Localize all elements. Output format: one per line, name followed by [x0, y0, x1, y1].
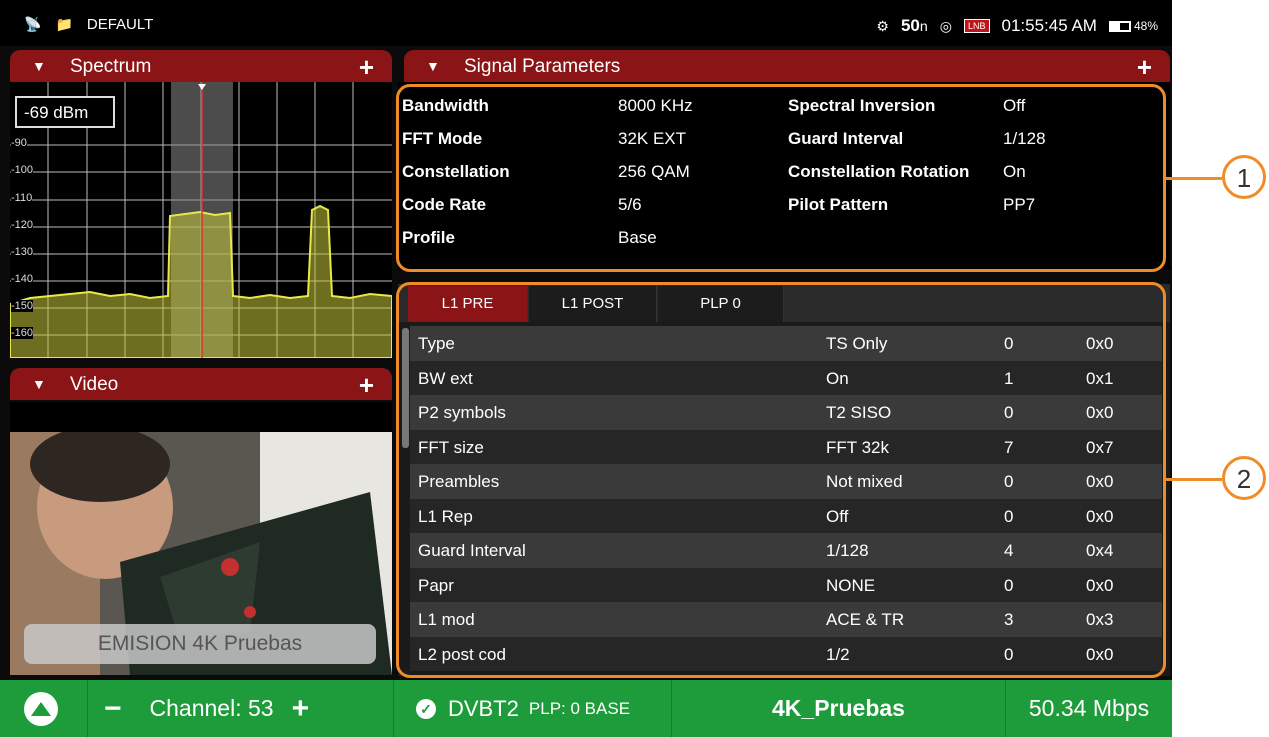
battery-icon: [1108, 20, 1131, 32]
spectrum-title: Spectrum: [70, 56, 152, 77]
menu-logo-button[interactable]: [0, 680, 88, 737]
axis-tick-label: -150: [11, 300, 34, 312]
app-logo-icon: [24, 691, 58, 726]
video-caption: EMISION 4K Pruebas: [24, 624, 376, 664]
satellite-icon: ⚙: [876, 17, 889, 34]
battery-percent: 48%: [1133, 19, 1158, 33]
video-header[interactable]: ▼ Video +: [10, 368, 392, 400]
standard-label: DVBT2: [448, 695, 519, 721]
collapse-triangle-icon[interactable]: ▼: [426, 58, 440, 74]
axis-tick-label: -120: [11, 219, 34, 231]
service-name[interactable]: 4K_Pruebas: [672, 680, 1006, 737]
signal-parameters-add-icon[interactable]: +: [1137, 52, 1152, 83]
spectrum-header[interactable]: ▼ Spectrum +: [10, 50, 392, 82]
callout-leader-2: [1166, 478, 1222, 481]
spectrum-add-icon[interactable]: +: [359, 52, 374, 83]
axis-tick-label: -90: [11, 137, 27, 149]
status-bar: 📡 📁 DEFAULT ⚙ 50n ◎ LNB 01:55:45 AM 48%: [0, 0, 1172, 46]
channel-label: Channel: 53: [149, 695, 274, 721]
callout-outline-2: [396, 282, 1166, 678]
battery-indicator: 48%: [1108, 19, 1158, 33]
service-label: 4K_Pruebas: [772, 695, 905, 721]
clock: 01:55:45 AM: [1001, 16, 1097, 35]
rec-badge: LNB: [963, 19, 990, 33]
standard-info[interactable]: ✓ DVBT2 PLP: 0 BASE: [394, 680, 672, 737]
axis-tick-label: -140: [11, 273, 34, 285]
gps-icon: ◎: [939, 17, 952, 34]
level-readout: -69 dBm: [15, 96, 115, 128]
bitrate-readout: 50.34 Mbps: [1006, 680, 1172, 737]
folder-icon: 📁: [55, 16, 73, 32]
plp-label: PLP: 0 BASE: [528, 698, 631, 718]
antenna-icon: 📡: [24, 16, 42, 32]
callout-badge-2: 2: [1222, 456, 1266, 500]
spectrum-plot[interactable]: -69 dBm -90 -100 -110 -120 -130 -140 -150 -160: [10, 82, 392, 358]
callout-outline-1: [396, 84, 1166, 272]
video-preview: EMISION 4K Pruebas: [10, 402, 392, 675]
channel-selector: − Channel: 53 +: [88, 680, 394, 737]
callout-badge-1: 1: [1222, 155, 1266, 199]
bottom-status-bar: − Channel: 53 + ✓ DVBT2 PLP: 0 BASE 4K_P…: [0, 680, 1172, 737]
signal-parameters-header[interactable]: ▼ Signal Parameters +: [404, 50, 1170, 82]
axis-tick-label: -100: [11, 164, 34, 176]
channel-minus-button[interactable]: −: [104, 692, 122, 726]
bitrate-label: 50.34 Mbps: [1028, 695, 1150, 721]
axis-tick-label: -110: [11, 192, 33, 204]
video-add-icon[interactable]: +: [359, 370, 374, 401]
callout-leader-1: [1166, 177, 1222, 180]
signal-parameters-title: Signal Parameters: [464, 56, 621, 77]
channel-plus-button[interactable]: +: [292, 692, 310, 726]
video-title: Video: [70, 374, 119, 395]
collapse-triangle-icon[interactable]: ▼: [32, 58, 46, 74]
collapse-triangle-icon[interactable]: ▼: [32, 376, 46, 392]
axis-tick-label: -130: [11, 246, 34, 258]
folder-label: DEFAULT: [86, 16, 154, 33]
axis-tick-label: -160: [11, 327, 34, 339]
lock-check-icon: ✓: [416, 698, 436, 719]
reading-value: 50n: [900, 16, 928, 35]
